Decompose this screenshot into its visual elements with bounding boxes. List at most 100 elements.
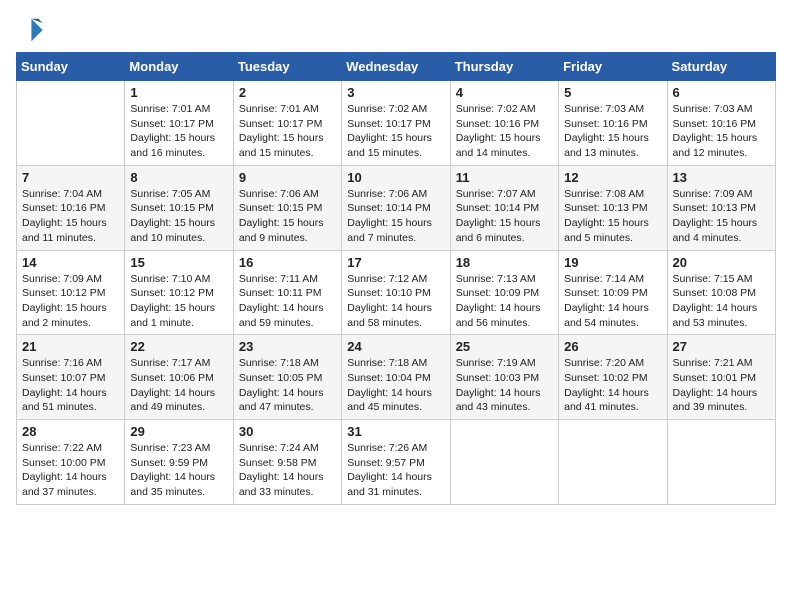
calendar-cell: 19 Sunrise: 7:14 AM Sunset: 10:09 PM Dayl… bbox=[559, 250, 667, 335]
day-number: 17 bbox=[347, 255, 444, 270]
calendar-cell: 9Sunrise: 7:06 AM Sunset: 10:15 PM Dayli… bbox=[233, 165, 341, 250]
day-header-thursday: Thursday bbox=[450, 53, 558, 81]
calendar-week-row: 1 Sunrise: 7:01 AM Sunset: 10:17 PM Dayli… bbox=[17, 81, 776, 166]
day-header-sunday: Sunday bbox=[17, 53, 125, 81]
day-number: 19 bbox=[564, 255, 661, 270]
day-number: 29 bbox=[130, 424, 227, 439]
day-info: Sunrise: 7:14 AM Sunset: 10:09 PM Daylig… bbox=[564, 272, 661, 331]
day-number: 13 bbox=[673, 170, 770, 185]
day-info: Sunrise: 7:08 AM Sunset: 10:13 PM Daylig… bbox=[564, 187, 661, 246]
day-info: Sunrise: 7:03 AM Sunset: 10:16 PM Daylig… bbox=[673, 102, 770, 161]
day-number: 21 bbox=[22, 339, 119, 354]
calendar-cell: 4 Sunrise: 7:02 AM Sunset: 10:16 PM Dayli… bbox=[450, 81, 558, 166]
calendar: SundayMondayTuesdayWednesdayThursdayFrid… bbox=[16, 52, 776, 505]
day-number: 2 bbox=[239, 85, 336, 100]
day-number: 26 bbox=[564, 339, 661, 354]
day-info: Sunrise: 7:02 AM Sunset: 10:16 PM Daylig… bbox=[456, 102, 553, 161]
calendar-cell: 12 Sunrise: 7:08 AM Sunset: 10:13 PM Dayl… bbox=[559, 165, 667, 250]
day-info: Sunrise: 7:11 AM Sunset: 10:11 PM Daylig… bbox=[239, 272, 336, 331]
day-number: 1 bbox=[130, 85, 227, 100]
day-number: 12 bbox=[564, 170, 661, 185]
calendar-cell: 3 Sunrise: 7:02 AM Sunset: 10:17 PM Dayli… bbox=[342, 81, 450, 166]
calendar-cell bbox=[17, 81, 125, 166]
calendar-cell: 6 Sunrise: 7:03 AM Sunset: 10:16 PM Dayli… bbox=[667, 81, 775, 166]
calendar-week-row: 28 Sunrise: 7:22 AM Sunset: 10:00 PM Dayl… bbox=[17, 420, 776, 505]
day-number: 6 bbox=[673, 85, 770, 100]
day-number: 27 bbox=[673, 339, 770, 354]
calendar-cell: 27Sunrise: 7:21 AM Sunset: 10:01 PM Dayl… bbox=[667, 335, 775, 420]
calendar-cell: 29 Sunrise: 7:23 AM Sunset: 9:59 PM Dayli… bbox=[125, 420, 233, 505]
calendar-cell bbox=[667, 420, 775, 505]
calendar-cell: 21Sunrise: 7:16 AM Sunset: 10:07 PM Dayl… bbox=[17, 335, 125, 420]
day-number: 20 bbox=[673, 255, 770, 270]
calendar-cell: 11 Sunrise: 7:07 AM Sunset: 10:14 PM Dayl… bbox=[450, 165, 558, 250]
day-info: Sunrise: 7:17 AM Sunset: 10:06 PM Daylig… bbox=[130, 356, 227, 415]
calendar-cell: 25 Sunrise: 7:19 AM Sunset: 10:03 PM Dayl… bbox=[450, 335, 558, 420]
day-number: 28 bbox=[22, 424, 119, 439]
day-number: 14 bbox=[22, 255, 119, 270]
calendar-cell: 14Sunrise: 7:09 AM Sunset: 10:12 PM Dayl… bbox=[17, 250, 125, 335]
calendar-week-row: 21Sunrise: 7:16 AM Sunset: 10:07 PM Dayl… bbox=[17, 335, 776, 420]
day-info: Sunrise: 7:12 AM Sunset: 10:10 PM Daylig… bbox=[347, 272, 444, 331]
day-number: 10 bbox=[347, 170, 444, 185]
day-info: Sunrise: 7:24 AM Sunset: 9:58 PM Dayligh… bbox=[239, 441, 336, 500]
day-info: Sunrise: 7:18 AM Sunset: 10:05 PM Daylig… bbox=[239, 356, 336, 415]
header bbox=[16, 16, 776, 44]
calendar-cell: 31 Sunrise: 7:26 AM Sunset: 9:57 PM Dayli… bbox=[342, 420, 450, 505]
day-number: 31 bbox=[347, 424, 444, 439]
day-number: 7 bbox=[22, 170, 119, 185]
logo-icon bbox=[16, 16, 44, 44]
day-number: 22 bbox=[130, 339, 227, 354]
day-info: Sunrise: 7:20 AM Sunset: 10:02 PM Daylig… bbox=[564, 356, 661, 415]
day-info: Sunrise: 7:18 AM Sunset: 10:04 PM Daylig… bbox=[347, 356, 444, 415]
day-number: 4 bbox=[456, 85, 553, 100]
day-info: Sunrise: 7:22 AM Sunset: 10:00 PM Daylig… bbox=[22, 441, 119, 500]
day-info: Sunrise: 7:23 AM Sunset: 9:59 PM Dayligh… bbox=[130, 441, 227, 500]
calendar-cell: 7 Sunrise: 7:04 AM Sunset: 10:16 PM Dayli… bbox=[17, 165, 125, 250]
day-number: 11 bbox=[456, 170, 553, 185]
calendar-cell: 8 Sunrise: 7:05 AM Sunset: 10:15 PM Dayli… bbox=[125, 165, 233, 250]
day-info: Sunrise: 7:07 AM Sunset: 10:14 PM Daylig… bbox=[456, 187, 553, 246]
calendar-cell: 17 Sunrise: 7:12 AM Sunset: 10:10 PM Dayl… bbox=[342, 250, 450, 335]
day-header-friday: Friday bbox=[559, 53, 667, 81]
calendar-cell: 13Sunrise: 7:09 AM Sunset: 10:13 PM Dayl… bbox=[667, 165, 775, 250]
day-number: 8 bbox=[130, 170, 227, 185]
day-info: Sunrise: 7:01 AM Sunset: 10:17 PM Daylig… bbox=[239, 102, 336, 161]
calendar-header-row: SundayMondayTuesdayWednesdayThursdayFrid… bbox=[17, 53, 776, 81]
calendar-cell bbox=[559, 420, 667, 505]
calendar-cell: 20Sunrise: 7:15 AM Sunset: 10:08 PM Dayl… bbox=[667, 250, 775, 335]
calendar-cell: 23 Sunrise: 7:18 AM Sunset: 10:05 PM Dayl… bbox=[233, 335, 341, 420]
day-number: 3 bbox=[347, 85, 444, 100]
day-number: 16 bbox=[239, 255, 336, 270]
day-number: 25 bbox=[456, 339, 553, 354]
calendar-cell: 2 Sunrise: 7:01 AM Sunset: 10:17 PM Dayli… bbox=[233, 81, 341, 166]
day-header-saturday: Saturday bbox=[667, 53, 775, 81]
calendar-cell: 30Sunrise: 7:24 AM Sunset: 9:58 PM Dayli… bbox=[233, 420, 341, 505]
day-info: Sunrise: 7:26 AM Sunset: 9:57 PM Dayligh… bbox=[347, 441, 444, 500]
calendar-cell: 18 Sunrise: 7:13 AM Sunset: 10:09 PM Dayl… bbox=[450, 250, 558, 335]
day-info: Sunrise: 7:13 AM Sunset: 10:09 PM Daylig… bbox=[456, 272, 553, 331]
day-number: 24 bbox=[347, 339, 444, 354]
day-info: Sunrise: 7:02 AM Sunset: 10:17 PM Daylig… bbox=[347, 102, 444, 161]
day-number: 5 bbox=[564, 85, 661, 100]
day-header-wednesday: Wednesday bbox=[342, 53, 450, 81]
calendar-cell: 1 Sunrise: 7:01 AM Sunset: 10:17 PM Dayli… bbox=[125, 81, 233, 166]
day-number: 23 bbox=[239, 339, 336, 354]
day-number: 18 bbox=[456, 255, 553, 270]
day-info: Sunrise: 7:03 AM Sunset: 10:16 PM Daylig… bbox=[564, 102, 661, 161]
logo bbox=[16, 16, 48, 44]
day-info: Sunrise: 7:01 AM Sunset: 10:17 PM Daylig… bbox=[130, 102, 227, 161]
calendar-cell: 5 Sunrise: 7:03 AM Sunset: 10:16 PM Dayli… bbox=[559, 81, 667, 166]
day-info: Sunrise: 7:05 AM Sunset: 10:15 PM Daylig… bbox=[130, 187, 227, 246]
calendar-cell: 10Sunrise: 7:06 AM Sunset: 10:14 PM Dayl… bbox=[342, 165, 450, 250]
day-header-monday: Monday bbox=[125, 53, 233, 81]
calendar-cell: 24 Sunrise: 7:18 AM Sunset: 10:04 PM Dayl… bbox=[342, 335, 450, 420]
calendar-cell: 15Sunrise: 7:10 AM Sunset: 10:12 PM Dayl… bbox=[125, 250, 233, 335]
day-info: Sunrise: 7:19 AM Sunset: 10:03 PM Daylig… bbox=[456, 356, 553, 415]
calendar-cell: 28 Sunrise: 7:22 AM Sunset: 10:00 PM Dayl… bbox=[17, 420, 125, 505]
day-info: Sunrise: 7:04 AM Sunset: 10:16 PM Daylig… bbox=[22, 187, 119, 246]
calendar-cell: 26 Sunrise: 7:20 AM Sunset: 10:02 PM Dayl… bbox=[559, 335, 667, 420]
day-number: 9 bbox=[239, 170, 336, 185]
calendar-week-row: 7 Sunrise: 7:04 AM Sunset: 10:16 PM Dayli… bbox=[17, 165, 776, 250]
calendar-cell: 22 Sunrise: 7:17 AM Sunset: 10:06 PM Dayl… bbox=[125, 335, 233, 420]
